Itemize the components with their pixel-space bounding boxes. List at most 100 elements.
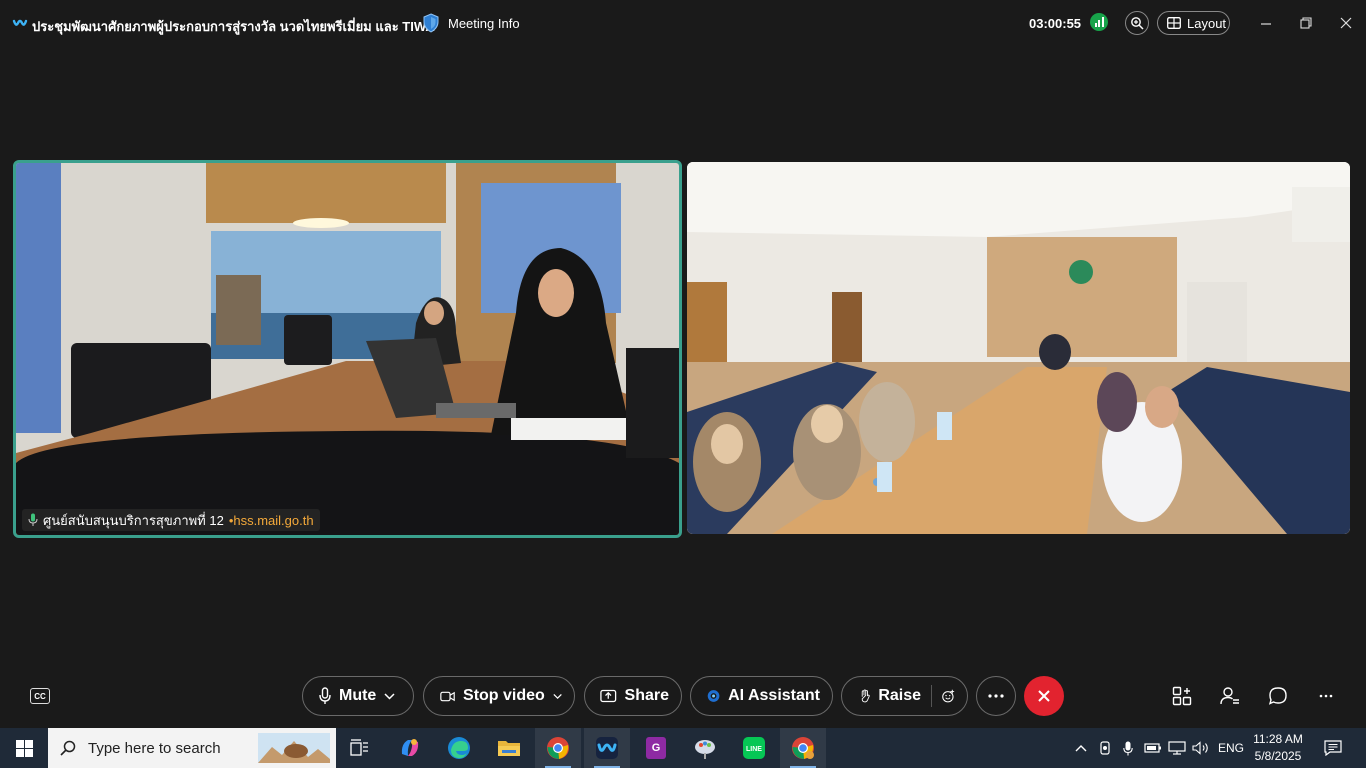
device-icon: [1100, 741, 1110, 755]
end-call-icon: [1038, 690, 1050, 702]
apps-button[interactable]: [1171, 685, 1193, 707]
search-highlight-icon: [258, 733, 330, 763]
taskbar-copilot[interactable]: [387, 728, 433, 768]
participants-button[interactable]: [1219, 685, 1241, 707]
palette-icon: [695, 740, 715, 759]
ai-assistant-button[interactable]: AI Assistant: [690, 676, 833, 716]
close-window-button[interactable]: [1337, 14, 1355, 32]
windows-start-icon: [15, 739, 33, 757]
tray-microphone[interactable]: [1119, 728, 1137, 768]
clock-time: 11:28 AM: [1253, 732, 1303, 746]
svg-text:LINE: LINE: [746, 746, 762, 753]
copilot-icon: [401, 739, 419, 756]
maximize-button[interactable]: [1297, 14, 1315, 32]
meeting-info-button[interactable]: Meeting Info: [422, 12, 520, 34]
more-icon: [1319, 694, 1333, 698]
video-feed-conference-room-large: [687, 162, 1350, 534]
participant-name-tag: ศูนย์สนับสนุนบริการสุขภาพที่ 12 •hss.mai…: [22, 509, 320, 531]
close-icon: [1340, 17, 1352, 29]
pdf-icon: G: [646, 737, 666, 759]
minimize-icon: [1261, 23, 1271, 25]
meeting-info-label: Meeting Info: [448, 15, 520, 31]
taskbar-chrome-profile[interactable]: [780, 728, 826, 768]
taskbar-search[interactable]: Type here to search: [48, 728, 336, 768]
participant-name: ศูนย์สนับสนุนบริการสุขภาพที่ 12: [43, 512, 224, 528]
meeting-title: ประชุมพัฒนาศักยภาพผู้ประกอบการสู่รางวัล …: [32, 19, 435, 34]
more-panels-button[interactable]: [1315, 685, 1337, 707]
chrome-icon: [792, 737, 814, 759]
webex-logo-icon: [12, 15, 28, 31]
search-icon: [60, 740, 76, 756]
meeting-timer: 03:00:55: [1029, 16, 1082, 31]
mute-label: Mute: [339, 687, 377, 704]
minimize-button[interactable]: [1257, 14, 1275, 32]
video-tile-conference-room[interactable]: [687, 162, 1350, 534]
windows-taskbar: Type here to search G LINE ENG 11:28 AM …: [0, 728, 1366, 768]
start-button[interactable]: [0, 728, 48, 768]
chat-button[interactable]: [1267, 685, 1289, 707]
ai-icon: [707, 690, 720, 702]
taskbar-line[interactable]: LINE: [731, 728, 777, 768]
captions-icon[interactable]: CC: [30, 688, 50, 704]
chrome-icon: [547, 737, 569, 759]
end-call-button[interactable]: [1024, 676, 1064, 716]
webex-icon: [596, 737, 618, 759]
zoom-icon: [1131, 17, 1144, 30]
more-icon: [988, 694, 1004, 698]
taskbar-pdf-app[interactable]: G: [633, 728, 679, 768]
folder-icon: [498, 741, 520, 756]
tray-network[interactable]: [1167, 728, 1187, 768]
network-icon: [1168, 741, 1186, 755]
svg-text:G: G: [652, 742, 661, 754]
volume-icon: [1192, 741, 1208, 755]
layout-label: Layout: [1187, 15, 1227, 31]
more-options-button[interactable]: [976, 676, 1016, 716]
hand-icon: [861, 689, 870, 703]
notification-icon: [1324, 740, 1342, 756]
taskbar-webex[interactable]: [584, 728, 630, 768]
task-view-icon: [350, 739, 368, 756]
taskbar-clock[interactable]: 11:28 AM 5/8/2025: [1250, 731, 1306, 765]
tray-device[interactable]: [1096, 728, 1114, 768]
share-button[interactable]: Share: [584, 676, 682, 716]
ai-assistant-label: AI Assistant: [728, 687, 820, 704]
taskbar-file-explorer[interactable]: [486, 728, 532, 768]
chevron-down-icon: [384, 692, 395, 700]
battery-icon: [1144, 743, 1161, 753]
notifications-button[interactable]: [1322, 728, 1344, 768]
tray-expand-button[interactable]: [1071, 728, 1091, 768]
tray-volume[interactable]: [1191, 728, 1211, 768]
stop-video-label: Stop video: [463, 687, 545, 704]
video-feed-meeting-room-small: [16, 163, 679, 535]
participant-domain: •hss.mail.go.th: [228, 512, 314, 528]
video-tile-active-speaker[interactable]: ศูนย์สนับสนุนบริการสุขภาพที่ 12 •hss.mai…: [13, 160, 682, 538]
layout-button[interactable]: Layout: [1157, 11, 1230, 35]
maximize-icon: [1300, 17, 1312, 29]
taskbar-edge[interactable]: [436, 728, 482, 768]
raise-hand-button[interactable]: Raise: [841, 676, 968, 716]
zoom-button[interactable]: [1125, 11, 1149, 35]
mute-button[interactable]: Mute: [302, 676, 414, 716]
meeting-control-bar: CC Mute Stop video Share AI Assistant Ra…: [0, 676, 1366, 718]
share-icon: [600, 689, 617, 703]
task-view-button[interactable]: [337, 728, 383, 768]
stop-video-button[interactable]: Stop video: [423, 676, 575, 716]
raise-label: Raise: [878, 687, 922, 704]
tray-language[interactable]: ENG: [1214, 728, 1248, 768]
divider: [931, 685, 932, 707]
edge-icon: [448, 737, 470, 759]
emoji-icon[interactable]: [941, 687, 955, 705]
chevron-up-icon: [1075, 745, 1087, 752]
mic-icon: [28, 513, 38, 526]
mic-icon: [319, 687, 331, 704]
mic-icon: [1123, 741, 1133, 755]
line-icon: LINE: [743, 737, 765, 759]
layout-icon: [1167, 17, 1181, 29]
taskbar-app-palette[interactable]: [682, 728, 728, 768]
signal-icon[interactable]: [1090, 13, 1108, 31]
shield-icon: [423, 13, 439, 33]
taskbar-chrome[interactable]: [535, 728, 581, 768]
search-placeholder: Type here to search: [88, 739, 221, 757]
tray-battery[interactable]: [1143, 728, 1163, 768]
apps-icon: [1172, 686, 1192, 706]
